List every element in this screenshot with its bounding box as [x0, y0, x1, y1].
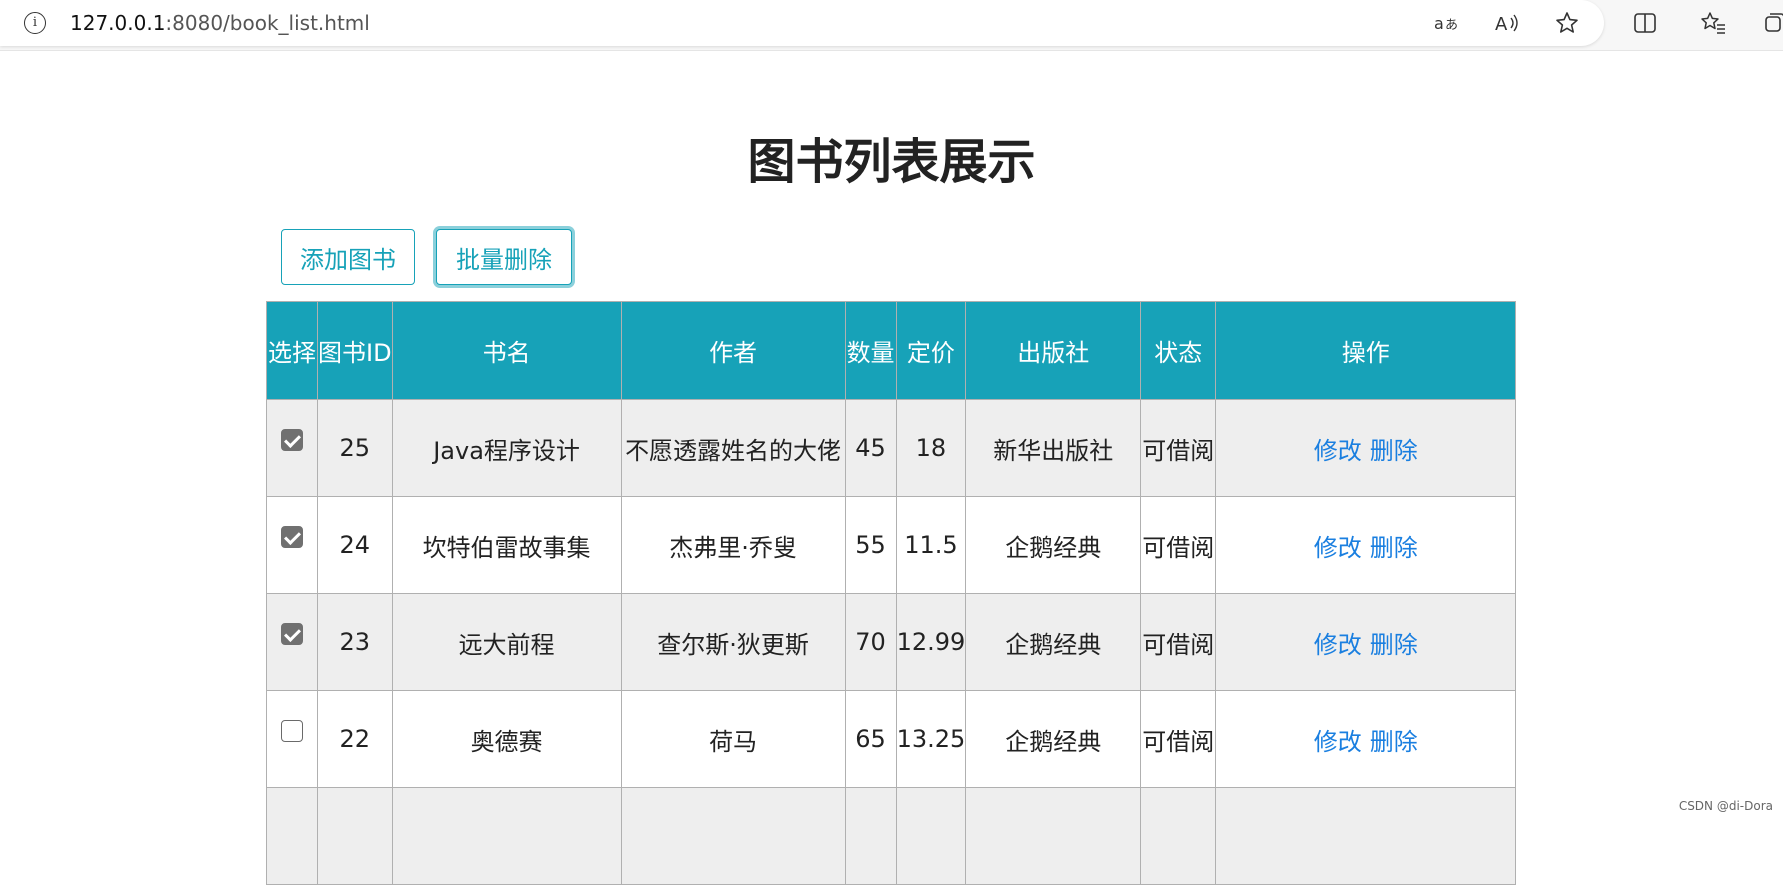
actions-cell: 修改删除 [1216, 497, 1516, 594]
collections-icon[interactable] [1762, 10, 1783, 36]
book-id-cell: 22 [318, 691, 393, 788]
translate-icon[interactable]: aあ [1434, 10, 1460, 36]
delete-link[interactable]: 删除 [1370, 534, 1418, 562]
url-text[interactable]: 127.0.0.1:8080/book_list.html [70, 11, 370, 35]
author-cell: 查尔斯·狄更斯 [621, 594, 845, 691]
edit-link[interactable]: 修改 [1314, 437, 1362, 465]
table-row: 25 Java程序设计 不愿透露姓名的大佬 45 18 新华出版社 可借阅 修改… [267, 400, 1516, 497]
table-row: 22 奥德赛 荷马 65 13.25 企鹅经典 可借阅 修改删除 [267, 691, 1516, 788]
publisher-cell: 新华出版社 [966, 400, 1141, 497]
edit-link[interactable]: 修改 [1314, 631, 1362, 659]
author-cell [621, 788, 845, 885]
select-cell [267, 691, 318, 788]
split-screen-icon[interactable] [1632, 10, 1658, 36]
header-price: 定价 [896, 302, 966, 400]
status-cell: 可借阅 [1141, 594, 1216, 691]
favorite-star-icon[interactable] [1554, 10, 1580, 36]
table-row: 23 远大前程 查尔斯·狄更斯 70 12.99 企鹅经典 可借阅 修改删除 [267, 594, 1516, 691]
book-name-cell: 坎特伯雷故事集 [392, 497, 621, 594]
add-book-button[interactable]: 添加图书 [281, 229, 415, 285]
url-path: :8080/book_list.html [165, 11, 369, 35]
book-id-cell [318, 788, 393, 885]
row-checkbox[interactable] [281, 623, 303, 645]
delete-link[interactable]: 删除 [1370, 631, 1418, 659]
price-cell: 18 [896, 400, 966, 497]
browser-toolbar: i 127.0.0.1:8080/book_list.html aあ A [0, 0, 1783, 51]
edit-link[interactable]: 修改 [1314, 728, 1362, 756]
table-row [267, 788, 1516, 885]
table-row: 24 坎特伯雷故事集 杰弗里·乔叟 55 11.5 企鹅经典 可借阅 修改删除 [267, 497, 1516, 594]
header-publisher: 出版社 [966, 302, 1141, 400]
row-checkbox[interactable] [281, 429, 303, 451]
header-book-name: 书名 [392, 302, 621, 400]
select-cell [267, 788, 318, 885]
row-checkbox[interactable] [281, 526, 303, 548]
row-checkbox[interactable] [281, 720, 303, 742]
book-name-cell: 奥德赛 [392, 691, 621, 788]
actions-cell: 修改删除 [1216, 400, 1516, 497]
quantity-cell: 65 [845, 691, 896, 788]
book-id-cell: 24 [318, 497, 393, 594]
batch-delete-button[interactable]: 批量删除 [436, 229, 572, 285]
book-name-cell [392, 788, 621, 885]
header-status: 状态 [1141, 302, 1216, 400]
table-header-row: 选择 图书ID 书名 作者 数量 定价 出版社 状态 操作 [267, 302, 1516, 400]
price-cell [896, 788, 966, 885]
author-cell: 不愿透露姓名的大佬 [621, 400, 845, 497]
status-cell [1141, 788, 1216, 885]
quantity-cell: 45 [845, 400, 896, 497]
quantity-cell: 70 [845, 594, 896, 691]
select-cell [267, 594, 318, 691]
watermark: CSDN @di-Dora [1679, 799, 1773, 813]
edit-link[interactable]: 修改 [1314, 534, 1362, 562]
info-icon[interactable]: i [24, 12, 46, 34]
price-cell: 13.25 [896, 691, 966, 788]
quantity-cell [845, 788, 896, 885]
price-cell: 12.99 [896, 594, 966, 691]
delete-link[interactable]: 删除 [1370, 728, 1418, 756]
quantity-cell: 55 [845, 497, 896, 594]
header-book-id: 图书ID [318, 302, 393, 400]
address-bar[interactable]: i 127.0.0.1:8080/book_list.html aあ A [0, 0, 1604, 46]
page-title: 图书列表展示 [0, 122, 1783, 192]
status-cell: 可借阅 [1141, 497, 1216, 594]
svg-text:a: a [1434, 14, 1444, 33]
book-table: 选择 图书ID 书名 作者 数量 定价 出版社 状态 操作 25 Java程序设… [266, 301, 1516, 885]
header-quantity: 数量 [845, 302, 896, 400]
header-select: 选择 [267, 302, 318, 400]
actions-cell: 修改删除 [1216, 691, 1516, 788]
book-name-cell: Java程序设计 [392, 400, 621, 497]
url-host: 127.0.0.1 [70, 11, 165, 35]
select-cell [267, 497, 318, 594]
book-id-cell: 23 [318, 594, 393, 691]
publisher-cell: 企鹅经典 [966, 691, 1141, 788]
read-aloud-icon[interactable]: A [1495, 10, 1521, 36]
header-author: 作者 [621, 302, 845, 400]
select-cell [267, 400, 318, 497]
book-id-cell: 25 [318, 400, 393, 497]
actions-cell [1216, 788, 1516, 885]
header-actions: 操作 [1216, 302, 1516, 400]
svg-text:あ: あ [1445, 18, 1458, 33]
author-cell: 荷马 [621, 691, 845, 788]
favorites-list-icon[interactable] [1700, 10, 1726, 36]
status-cell: 可借阅 [1141, 691, 1216, 788]
publisher-cell [966, 788, 1141, 885]
publisher-cell: 企鹅经典 [966, 594, 1141, 691]
actions-cell: 修改删除 [1216, 594, 1516, 691]
status-cell: 可借阅 [1141, 400, 1216, 497]
delete-link[interactable]: 删除 [1370, 437, 1418, 465]
author-cell: 杰弗里·乔叟 [621, 497, 845, 594]
svg-text:A: A [1495, 14, 1508, 34]
book-name-cell: 远大前程 [392, 594, 621, 691]
publisher-cell: 企鹅经典 [966, 497, 1141, 594]
price-cell: 11.5 [896, 497, 966, 594]
